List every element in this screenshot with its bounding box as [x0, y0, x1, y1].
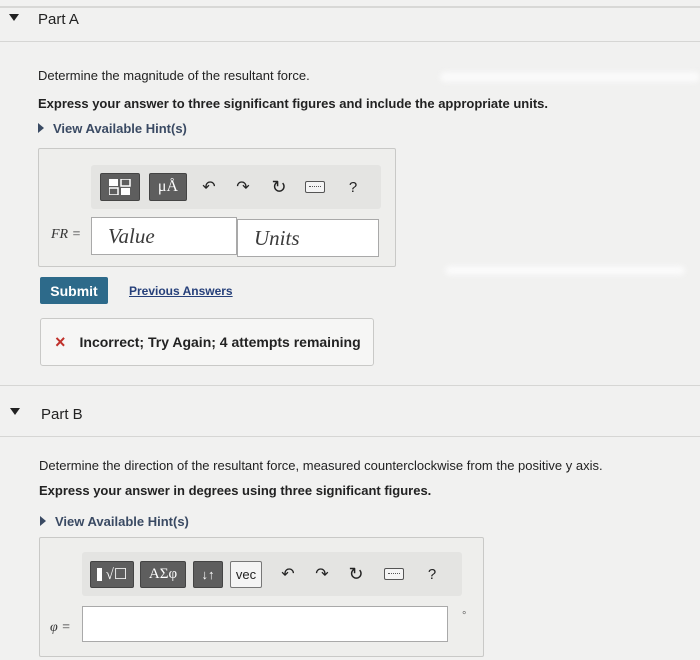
previous-answers-link[interactable]: Previous Answers	[129, 284, 233, 298]
part-b-hint-link[interactable]: View Available Hint(s)	[40, 514, 189, 529]
part-b-instruction: Express your answer in degrees using thr…	[39, 483, 432, 498]
part-b-divider	[0, 436, 700, 437]
screen-glare	[445, 266, 685, 275]
part-b-toolbar: √☐ ΑΣφ ↓↑ vec ↶ ↷ ↻ ?	[82, 552, 462, 596]
templates-button[interactable]	[100, 173, 140, 201]
help-button[interactable]: ?	[343, 177, 363, 197]
feedback-text: Incorrect; Try Again; 4 attempts remaini…	[79, 334, 361, 350]
units-input[interactable]: Units	[237, 219, 379, 257]
part-a-answer-panel: μÅ ↶ ↷ ↻ ? FR = Value Units	[38, 148, 396, 267]
redo-icon[interactable]: ↷	[233, 177, 253, 197]
part-a-title: Part A	[38, 11, 79, 28]
feedback-box: × Incorrect; Try Again; 4 attempts remai…	[40, 318, 374, 366]
greek-symbols-button[interactable]: ΑΣφ	[140, 561, 186, 588]
vector-button[interactable]: vec	[230, 561, 262, 588]
subscript-superscript-button[interactable]: ↓↑	[193, 561, 223, 588]
hint-link-label: View Available Hint(s)	[53, 121, 187, 136]
top-divider	[0, 6, 700, 8]
sqrt-label: √☐	[105, 567, 128, 583]
templates-icon	[109, 179, 131, 195]
reset-icon[interactable]: ↻	[269, 177, 289, 197]
sqrt-template-button[interactable]: √☐	[90, 561, 134, 588]
part-b-answer-panel: √☐ ΑΣφ ↓↑ vec ↶ ↷ ↻ ? φ = °	[39, 537, 484, 657]
degree-symbol: °	[462, 610, 467, 622]
value-input[interactable]: Value	[91, 217, 237, 255]
part-a-toolbar: μÅ ↶ ↷ ↻ ?	[91, 165, 381, 209]
collapse-part-a-icon[interactable]	[9, 14, 19, 21]
submit-button[interactable]: Submit	[40, 277, 108, 304]
undo-icon[interactable]: ↶	[278, 564, 298, 584]
part-divider	[0, 385, 700, 386]
keyboard-icon[interactable]	[384, 568, 404, 580]
help-button[interactable]: ?	[422, 564, 442, 584]
expand-arrow-icon	[40, 516, 46, 526]
units-button[interactable]: μÅ	[149, 173, 187, 201]
part-a-instruction: Express your answer to three significant…	[38, 96, 548, 111]
expand-arrow-icon	[38, 123, 44, 133]
undo-icon[interactable]: ↶	[199, 177, 219, 197]
fr-label: FR =	[51, 227, 82, 242]
screen-glare	[440, 72, 700, 82]
template-block-icon	[96, 568, 102, 581]
collapse-part-b-icon[interactable]	[10, 408, 20, 415]
keyboard-icon[interactable]	[305, 181, 325, 193]
incorrect-icon: ×	[55, 331, 66, 352]
part-a-question: Determine the magnitude of the resultant…	[38, 68, 310, 83]
part-b-title: Part B	[41, 406, 83, 423]
reset-icon[interactable]: ↻	[346, 564, 366, 584]
phi-label: φ =	[50, 620, 71, 635]
part-b-question: Determine the direction of the resultant…	[39, 458, 603, 473]
angle-input[interactable]	[82, 606, 448, 642]
redo-icon[interactable]: ↷	[312, 564, 332, 584]
hint-link-label: View Available Hint(s)	[55, 514, 189, 529]
part-a-divider	[0, 41, 700, 42]
part-a-hint-link[interactable]: View Available Hint(s)	[38, 121, 187, 136]
